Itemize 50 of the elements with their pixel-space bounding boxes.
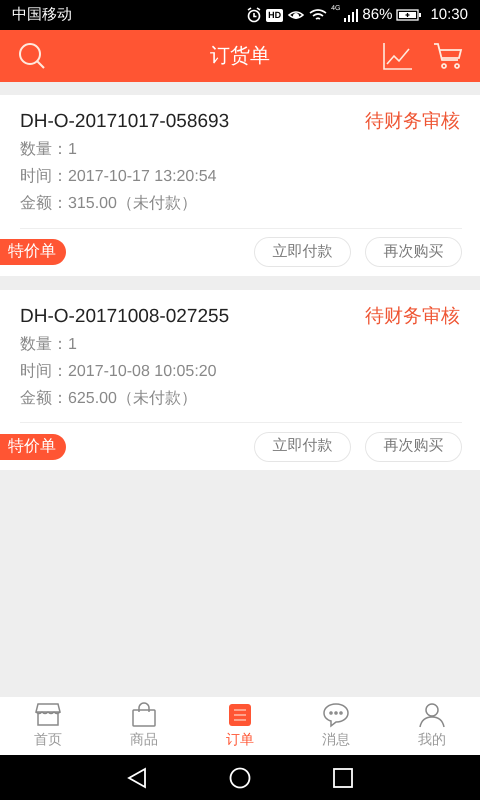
cart-icon <box>433 42 463 70</box>
special-price-tag: 特价单 <box>0 239 66 265</box>
back-icon <box>127 766 147 788</box>
signal-icon <box>344 8 358 22</box>
quantity-label: 数量： <box>20 140 68 160</box>
quantity-value: 1 <box>68 334 77 354</box>
action-button[interactable]: 再次购买 <box>365 237 462 267</box>
special-price-tag: 特价单 <box>0 434 66 460</box>
hd-badge: HD <box>266 8 284 22</box>
page-title: 订货单 <box>210 44 270 69</box>
order-time-value: 2017-10-08 10:05:20 <box>68 362 217 382</box>
order-time-label: 时间： <box>20 166 68 187</box>
nav-tab[interactable]: 订单 <box>192 697 288 755</box>
nav-tab[interactable]: 消息 <box>288 697 384 755</box>
order-time-label: 时间： <box>20 362 68 382</box>
clock-time: 10:30 <box>430 4 468 25</box>
eye-icon <box>287 8 306 22</box>
carrier-name: 中国移动 <box>12 4 72 25</box>
person-icon <box>419 702 445 728</box>
wifi-icon <box>309 8 328 22</box>
action-button[interactable]: 立即付款 <box>254 237 351 267</box>
amount-label: 金额： <box>20 194 68 214</box>
storefront-icon <box>35 702 61 728</box>
quantity-label: 数量： <box>20 334 68 354</box>
chart-button[interactable] <box>382 40 414 72</box>
shopping-bag-icon <box>131 702 157 728</box>
line-chart-icon <box>383 42 413 70</box>
search-icon <box>17 41 47 71</box>
alarm-icon <box>246 7 262 23</box>
order-number: DH-O-20171017-058693 <box>20 110 230 134</box>
clipboard-icon <box>227 702 253 728</box>
nav-tab[interactable]: 商品 <box>96 697 192 755</box>
nav-tab[interactable]: 我的 <box>384 697 480 755</box>
nav-tab[interactable]: 首页 <box>0 697 96 755</box>
action-button[interactable]: 立即付款 <box>254 432 351 462</box>
action-button[interactable]: 再次购买 <box>365 432 462 462</box>
home-icon <box>229 766 251 788</box>
order-number: DH-O-20171008-027255 <box>20 304 230 328</box>
battery-icon <box>396 8 422 22</box>
chat-bubble-icon <box>323 702 349 728</box>
order-time-value: 2017-10-17 13:20:54 <box>68 167 217 187</box>
amount-value: 315.00（未付款） <box>68 194 197 214</box>
order-status: 待财务审核 <box>365 304 460 328</box>
battery-percent: 86% <box>362 4 392 25</box>
cart-button[interactable] <box>432 40 464 72</box>
amount-value: 625.00（未付款） <box>68 388 197 408</box>
quantity-value: 1 <box>68 140 77 160</box>
amount-label: 金额： <box>20 388 68 408</box>
order-status: 待财务审核 <box>365 110 460 134</box>
recents-icon <box>333 768 353 788</box>
